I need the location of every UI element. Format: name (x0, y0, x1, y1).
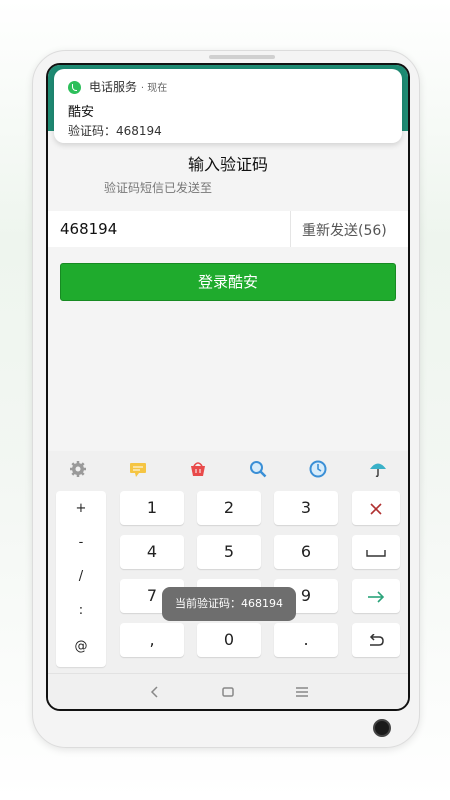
code-row: 重新发送(56) (48, 211, 408, 247)
navigation-bar (48, 673, 408, 709)
symbol-key[interactable]: @ (56, 639, 106, 654)
notification-app: 电话服务 · 现在 (89, 78, 167, 95)
comma-key[interactable]: , (120, 623, 184, 657)
back-icon[interactable] (144, 681, 166, 703)
phone-icon (68, 81, 81, 94)
digit-key[interactable]: 5 (197, 535, 261, 569)
page-title: 输入验证码 (187, 155, 268, 174)
space-key[interactable] (352, 535, 400, 569)
undo-key[interactable] (352, 623, 400, 657)
numeric-keyboard: + - / : @ 1 2 3 4 5 6 7 8 9 (48, 487, 408, 673)
home-icon[interactable] (217, 681, 239, 703)
camera-icon (373, 719, 391, 737)
keyboard-toolbar (48, 451, 408, 487)
digit-key[interactable]: 4 (120, 535, 184, 569)
umbrella-icon[interactable] (368, 459, 388, 479)
period-key[interactable]: . (274, 623, 338, 657)
notification-app-name: 电话服务 (89, 80, 138, 94)
notification-text: 验证码：468194 (68, 124, 162, 138)
clock-icon[interactable] (308, 459, 328, 479)
undo-icon (369, 632, 384, 646)
symbol-column: + - / : @ (56, 491, 106, 667)
page-subtitle: 验证码短信已发送至 (104, 181, 213, 195)
divider (290, 211, 291, 247)
phone-frame: 电话服务 · 现在 酷安 验证码：468194 输入验证码 验证码短信已发送至 … (32, 50, 420, 748)
login-button[interactable]: 登录酷安 (60, 263, 396, 301)
gear-icon[interactable] (68, 459, 88, 479)
enter-icon (368, 590, 385, 603)
notification-time: · 现在 (140, 83, 168, 94)
verification-code-input[interactable] (60, 217, 280, 241)
digit-key[interactable]: 3 (274, 491, 338, 525)
digit-key[interactable]: 0 (197, 623, 261, 657)
symbol-key[interactable]: - (56, 535, 106, 550)
delete-icon (370, 502, 382, 515)
menu-icon[interactable] (291, 681, 313, 703)
symbol-key[interactable]: / (56, 569, 106, 584)
search-icon[interactable] (248, 459, 268, 479)
notification-title: 酷安 (68, 105, 95, 120)
digit-key[interactable]: 2 (197, 491, 261, 525)
screen: 电话服务 · 现在 酷安 验证码：468194 输入验证码 验证码短信已发送至 … (46, 63, 410, 711)
space-icon (366, 549, 386, 557)
toast-message: 当前验证码：468194 (162, 587, 296, 621)
symbol-key[interactable]: : (56, 603, 106, 618)
delete-key[interactable] (352, 491, 400, 525)
message-icon[interactable] (128, 459, 148, 479)
symbol-key[interactable]: + (56, 501, 106, 516)
basket-icon[interactable] (188, 459, 208, 479)
digit-key[interactable]: 6 (274, 535, 338, 569)
resend-button[interactable]: 重新发送(56) (302, 220, 387, 240)
digit-key[interactable]: 1 (120, 491, 184, 525)
sms-notification[interactable]: 电话服务 · 现在 酷安 验证码：468194 (54, 69, 402, 143)
speaker-grille (209, 55, 275, 59)
enter-key[interactable] (352, 579, 400, 613)
